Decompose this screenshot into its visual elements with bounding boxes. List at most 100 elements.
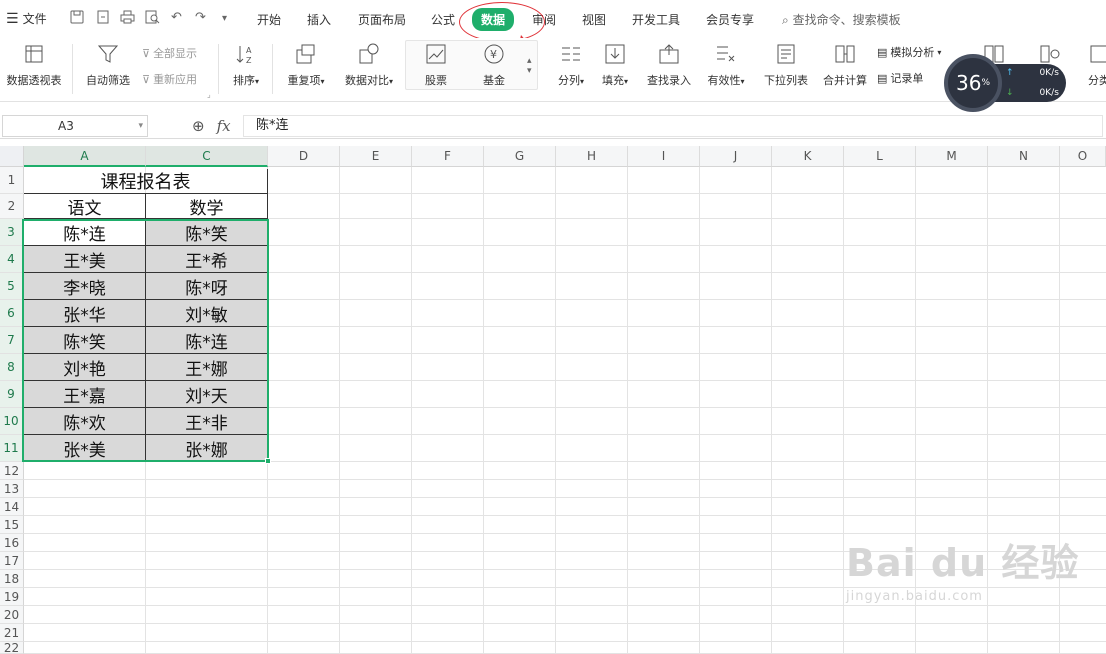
redo-icon[interactable]: ↷ [195, 10, 206, 25]
split-column-button[interactable]: 分列▾ [553, 42, 589, 88]
table-cell[interactable]: 王*娜 [146, 354, 268, 381]
row-header[interactable]: 6 [0, 300, 24, 327]
table-cell[interactable]: 张*娜 [146, 435, 268, 462]
table-cell[interactable]: 刘*敏 [146, 300, 268, 327]
row-header[interactable]: 15 [0, 516, 24, 534]
table-cell[interactable]: 陈*呀 [146, 273, 268, 300]
classify-button[interactable]: 分类 [1088, 42, 1106, 88]
header-cell-chinese[interactable]: 语文 [24, 194, 146, 219]
table-cell[interactable]: 陈*连 [146, 327, 268, 354]
table-cell[interactable]: 王*非 [146, 408, 268, 435]
autofilter-button[interactable]: 自动筛选 [82, 42, 134, 88]
column-header[interactable]: D [268, 146, 340, 167]
table-title[interactable]: 课程报名表 [24, 169, 268, 194]
column-header[interactable]: N [988, 146, 1060, 167]
duplicates-button[interactable]: 重复项▾ [281, 42, 331, 88]
name-box-dropdown-icon[interactable]: ▾ [138, 116, 143, 136]
file-menu[interactable]: ☰ 文件 [6, 10, 47, 27]
tab-view[interactable]: 视图 [582, 11, 606, 28]
row-header[interactable]: 12 [0, 462, 24, 480]
table-cell[interactable]: 李*晓 [24, 273, 146, 300]
dropdown-list-button[interactable]: 下拉列表 [760, 42, 812, 88]
row-header[interactable]: 20 [0, 606, 24, 624]
select-all-corner[interactable] [0, 146, 24, 167]
tab-member[interactable]: 会员专享 [706, 11, 754, 28]
row-header[interactable]: 22 [0, 642, 24, 654]
row-header[interactable]: 17 [0, 552, 24, 570]
gallery-scroll-icon[interactable]: ▴ ▾ [527, 56, 532, 76]
table-cell[interactable]: 张*美 [24, 435, 146, 462]
tab-page-layout[interactable]: 页面布局 [358, 11, 406, 28]
fill-handle[interactable] [265, 458, 271, 464]
zoom-formula-icon[interactable]: ⊕ [192, 117, 205, 135]
lookup-entry-button[interactable]: 查找录入 [643, 42, 695, 88]
name-box[interactable]: A3 ▾ [2, 115, 148, 137]
table-cell[interactable]: 陈*欢 [24, 408, 146, 435]
column-header[interactable]: L [844, 146, 916, 167]
column-header[interactable]: C [146, 146, 268, 167]
row-header[interactable]: 13 [0, 480, 24, 498]
row-header[interactable]: 1 [0, 167, 24, 194]
column-header[interactable]: E [340, 146, 412, 167]
row-header[interactable]: 21 [0, 624, 24, 642]
tab-developer[interactable]: 开发工具 [632, 11, 680, 28]
what-if-button[interactable]: ▤ 模拟分析 ▾ [877, 44, 941, 60]
print-icon[interactable] [120, 10, 135, 28]
row-header[interactable]: 19 [0, 588, 24, 606]
row-header[interactable]: 14 [0, 498, 24, 516]
export-icon[interactable] [96, 10, 110, 28]
quick-access-dropdown-icon[interactable]: ▾ [222, 13, 227, 24]
sort-button[interactable]: AZ 排序▾ [226, 42, 266, 88]
column-header[interactable]: G [484, 146, 556, 167]
row-header[interactable]: 10 [0, 408, 24, 435]
undo-icon[interactable]: ↶ [171, 10, 182, 25]
table-cell[interactable]: 王*希 [146, 246, 268, 273]
fund-button[interactable]: ¥ 基金 [476, 42, 512, 88]
tab-formulas[interactable]: 公式 [431, 11, 455, 28]
tab-insert[interactable]: 插入 [307, 11, 331, 28]
column-header[interactable]: O [1060, 146, 1106, 167]
row-header[interactable]: 9 [0, 381, 24, 408]
save-icon[interactable] [70, 10, 84, 28]
table-cell[interactable]: 张*华 [24, 300, 146, 327]
command-search[interactable]: ⌕ 查找命令、搜索模板 [782, 11, 901, 28]
reapply-button[interactable]: ⊽ 重新应用 [142, 71, 197, 87]
table-cell[interactable]: 陈*笑 [146, 219, 268, 246]
tab-home[interactable]: 开始 [257, 11, 281, 28]
print-preview-icon[interactable] [145, 10, 160, 28]
table-cell[interactable]: 刘*天 [146, 381, 268, 408]
pivot-table-button[interactable]: 数据透视表 [2, 42, 66, 88]
row-header[interactable]: 18 [0, 570, 24, 588]
table-cell[interactable]: 王*嘉 [24, 381, 146, 408]
column-header[interactable]: M [916, 146, 988, 167]
column-header[interactable]: H [556, 146, 628, 167]
network-speed-widget[interactable]: 36% ↑ 0K/s ↓ 0K/s [944, 54, 1066, 112]
show-all-button[interactable]: ⊽ 全部显示 [142, 45, 197, 61]
column-header[interactable]: I [628, 146, 700, 167]
row-header[interactable]: 2 [0, 194, 24, 219]
column-header[interactable]: J [700, 146, 772, 167]
column-header[interactable]: K [772, 146, 844, 167]
table-cell[interactable]: 陈*笑 [24, 327, 146, 354]
fill-button[interactable]: 填充▾ [597, 42, 633, 88]
formula-input[interactable]: 陈*连 [243, 115, 1103, 137]
consolidate-button[interactable]: 合并计算 [819, 42, 871, 88]
table-cell[interactable]: 陈*连 [24, 219, 146, 246]
row-header[interactable]: 7 [0, 327, 24, 354]
row-header[interactable]: 4 [0, 246, 24, 273]
row-header[interactable]: 3 [0, 219, 24, 246]
row-header[interactable]: 5 [0, 273, 24, 300]
record-sheet-button[interactable]: ▤ 记录单 [877, 70, 923, 86]
data-compare-button[interactable]: 数据对比▾ [340, 42, 398, 88]
column-header[interactable]: F [412, 146, 484, 167]
validity-button[interactable]: 有效性▾ [703, 42, 749, 88]
header-cell-math[interactable]: 数学 [146, 194, 268, 219]
row-header[interactable]: 11 [0, 435, 24, 462]
column-header[interactable]: A [24, 146, 146, 167]
row-header[interactable]: 8 [0, 354, 24, 381]
stocks-button[interactable]: 股票 [418, 42, 454, 88]
row-header[interactable]: 16 [0, 534, 24, 552]
table-cell[interactable]: 王*美 [24, 246, 146, 273]
fx-icon[interactable]: fx [217, 117, 231, 135]
table-cell[interactable]: 刘*艳 [24, 354, 146, 381]
